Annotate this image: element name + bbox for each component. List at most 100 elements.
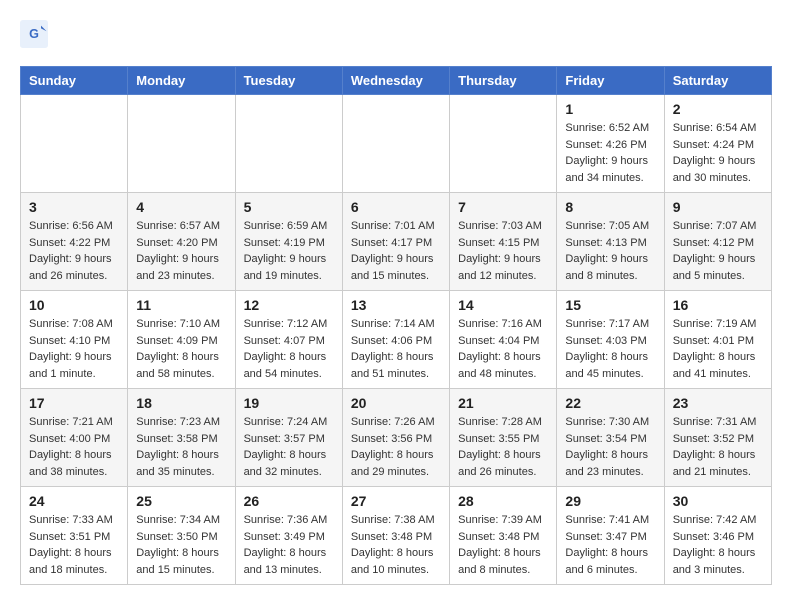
day-info: Sunrise: 7:28 AMSunset: 3:55 PMDaylight:… [458, 414, 548, 480]
day-info: Sunrise: 7:01 AMSunset: 4:17 PMDaylight:… [351, 218, 441, 284]
calendar-cell [235, 95, 342, 193]
day-header-tuesday: Tuesday [235, 67, 342, 95]
day-info: Sunrise: 7:14 AMSunset: 4:06 PMDaylight:… [351, 316, 441, 382]
day-number: 3 [29, 199, 119, 215]
day-number: 27 [351, 493, 441, 509]
calendar-cell [450, 95, 557, 193]
calendar-cell: 14Sunrise: 7:16 AMSunset: 4:04 PMDayligh… [450, 291, 557, 389]
day-info: Sunrise: 7:34 AMSunset: 3:50 PMDaylight:… [136, 512, 226, 578]
calendar-cell: 27 Sunrise: 7:38 AMSunset: 3:48 PMDayligh… [342, 487, 449, 585]
day-number: 11 [136, 297, 226, 313]
day-number: 1 [565, 101, 655, 117]
calendar-cell: 4 Sunrise: 6:57 AMSunset: 4:20 PMDaylight… [128, 193, 235, 291]
day-number: 5 [244, 199, 334, 215]
calendar-cell: 29 Sunrise: 7:41 AMSunset: 3:47 PMDayligh… [557, 487, 664, 585]
day-number: 22 [565, 395, 655, 411]
day-info: Sunrise: 7:24 AMSunset: 3:57 PMDaylight:… [244, 414, 334, 480]
day-info: Sunrise: 7:03 AMSunset: 4:15 PMDaylight:… [458, 218, 548, 284]
calendar-cell: 6 Sunrise: 7:01 AMSunset: 4:17 PMDaylight… [342, 193, 449, 291]
day-number: 4 [136, 199, 226, 215]
day-info: Sunrise: 7:23 AMSunset: 3:58 PMDaylight:… [136, 414, 226, 480]
day-info: Sunrise: 7:31 AMSunset: 3:52 PMDaylight:… [673, 414, 763, 480]
day-number: 16 [673, 297, 763, 313]
calendar-cell: 12 Sunrise: 7:12 AMSunset: 4:07 PMDayligh… [235, 291, 342, 389]
calendar-cell: 5 Sunrise: 6:59 AMSunset: 4:19 PMDaylight… [235, 193, 342, 291]
day-number: 19 [244, 395, 334, 411]
calendar-cell [128, 95, 235, 193]
day-info: Sunrise: 7:26 AMSunset: 3:56 PMDaylight:… [351, 414, 441, 480]
day-number: 15 [565, 297, 655, 313]
calendar-cell: 21 Sunrise: 7:28 AMSunset: 3:55 PMDayligh… [450, 389, 557, 487]
day-info: Sunrise: 6:57 AMSunset: 4:20 PMDaylight:… [136, 218, 226, 284]
calendar-cell [342, 95, 449, 193]
calendar-cell: 9 Sunrise: 7:07 AMSunset: 4:12 PMDaylight… [664, 193, 771, 291]
calendar-cell: 18 Sunrise: 7:23 AMSunset: 3:58 PMDayligh… [128, 389, 235, 487]
day-number: 21 [458, 395, 548, 411]
day-number: 12 [244, 297, 334, 313]
calendar-cell: 3 Sunrise: 6:56 AMSunset: 4:22 PMDaylight… [21, 193, 128, 291]
day-number: 8 [565, 199, 655, 215]
calendar-cell: 10Sunrise: 7:08 AMSunset: 4:10 PMDayligh… [21, 291, 128, 389]
day-number: 2 [673, 101, 763, 117]
day-number: 6 [351, 199, 441, 215]
day-info: Sunrise: 7:07 AMSunset: 4:12 PMDaylight:… [673, 218, 763, 284]
day-info: Sunrise: 7:39 AMSunset: 3:48 PMDaylight:… [458, 512, 548, 578]
day-number: 9 [673, 199, 763, 215]
day-header-wednesday: Wednesday [342, 67, 449, 95]
day-number: 10 [29, 297, 119, 313]
day-info: Sunrise: 7:05 AMSunset: 4:13 PMDaylight:… [565, 218, 655, 284]
calendar-cell: 2 Sunrise: 6:54 AMSunset: 4:24 PMDaylight… [664, 95, 771, 193]
calendar-cell: 17 Sunrise: 7:21 AMSunset: 4:00 PMDayligh… [21, 389, 128, 487]
calendar-cell: 25 Sunrise: 7:34 AMSunset: 3:50 PMDayligh… [128, 487, 235, 585]
calendar-cell: 23 Sunrise: 7:31 AMSunset: 3:52 PMDayligh… [664, 389, 771, 487]
calendar-cell: 13 Sunrise: 7:14 AMSunset: 4:06 PMDayligh… [342, 291, 449, 389]
day-number: 7 [458, 199, 548, 215]
day-info: Sunrise: 7:41 AMSunset: 3:47 PMDaylight:… [565, 512, 655, 578]
day-number: 29 [565, 493, 655, 509]
day-info: Sunrise: 7:38 AMSunset: 3:48 PMDaylight:… [351, 512, 441, 578]
calendar-cell [21, 95, 128, 193]
logo: G [20, 20, 52, 48]
day-info: Sunrise: 7:42 AMSunset: 3:46 PMDaylight:… [673, 512, 763, 578]
day-info: Sunrise: 7:30 AMSunset: 3:54 PMDaylight:… [565, 414, 655, 480]
calendar-cell: 19 Sunrise: 7:24 AMSunset: 3:57 PMDayligh… [235, 389, 342, 487]
logo-icon: G [20, 20, 48, 48]
day-number: 14 [458, 297, 548, 313]
calendar-cell: 20 Sunrise: 7:26 AMSunset: 3:56 PMDayligh… [342, 389, 449, 487]
day-number: 24 [29, 493, 119, 509]
day-number: 17 [29, 395, 119, 411]
day-info: Sunrise: 7:10 AMSunset: 4:09 PMDaylight:… [136, 316, 226, 382]
day-info: Sunrise: 7:17 AMSunset: 4:03 PMDaylight:… [565, 316, 655, 382]
day-number: 18 [136, 395, 226, 411]
calendar-cell: 16 Sunrise: 7:19 AMSunset: 4:01 PMDayligh… [664, 291, 771, 389]
calendar-table: SundayMondayTuesdayWednesdayThursdayFrid… [20, 66, 772, 585]
day-info: Sunrise: 6:59 AMSunset: 4:19 PMDaylight:… [244, 218, 334, 284]
day-header-monday: Monday [128, 67, 235, 95]
day-info: Sunrise: 7:33 AMSunset: 3:51 PMDaylight:… [29, 512, 119, 578]
day-info: Sunrise: 6:54 AMSunset: 4:24 PMDaylight:… [673, 120, 763, 186]
day-number: 28 [458, 493, 548, 509]
day-header-saturday: Saturday [664, 67, 771, 95]
day-info: Sunrise: 6:56 AMSunset: 4:22 PMDaylight:… [29, 218, 119, 284]
day-info: Sunrise: 7:36 AMSunset: 3:49 PMDaylight:… [244, 512, 334, 578]
day-header-sunday: Sunday [21, 67, 128, 95]
day-number: 25 [136, 493, 226, 509]
day-number: 13 [351, 297, 441, 313]
day-info: Sunrise: 7:12 AMSunset: 4:07 PMDaylight:… [244, 316, 334, 382]
svg-text:G: G [29, 27, 39, 41]
day-number: 20 [351, 395, 441, 411]
day-number: 26 [244, 493, 334, 509]
calendar-cell: 24 Sunrise: 7:33 AMSunset: 3:51 PMDayligh… [21, 487, 128, 585]
calendar-cell: 11 Sunrise: 7:10 AMSunset: 4:09 PMDayligh… [128, 291, 235, 389]
calendar-cell: 15 Sunrise: 7:17 AMSunset: 4:03 PMDayligh… [557, 291, 664, 389]
day-number: 23 [673, 395, 763, 411]
day-info: Sunrise: 7:19 AMSunset: 4:01 PMDaylight:… [673, 316, 763, 382]
calendar-cell: 28 Sunrise: 7:39 AMSunset: 3:48 PMDayligh… [450, 487, 557, 585]
calendar-cell: 1Sunrise: 6:52 AMSunset: 4:26 PMDaylight… [557, 95, 664, 193]
day-header-friday: Friday [557, 67, 664, 95]
calendar-cell: 30 Sunrise: 7:42 AMSunset: 3:46 PMDayligh… [664, 487, 771, 585]
day-info: Sunrise: 7:21 AMSunset: 4:00 PMDaylight:… [29, 414, 119, 480]
calendar-cell: 22 Sunrise: 7:30 AMSunset: 3:54 PMDayligh… [557, 389, 664, 487]
day-header-thursday: Thursday [450, 67, 557, 95]
day-number: 30 [673, 493, 763, 509]
